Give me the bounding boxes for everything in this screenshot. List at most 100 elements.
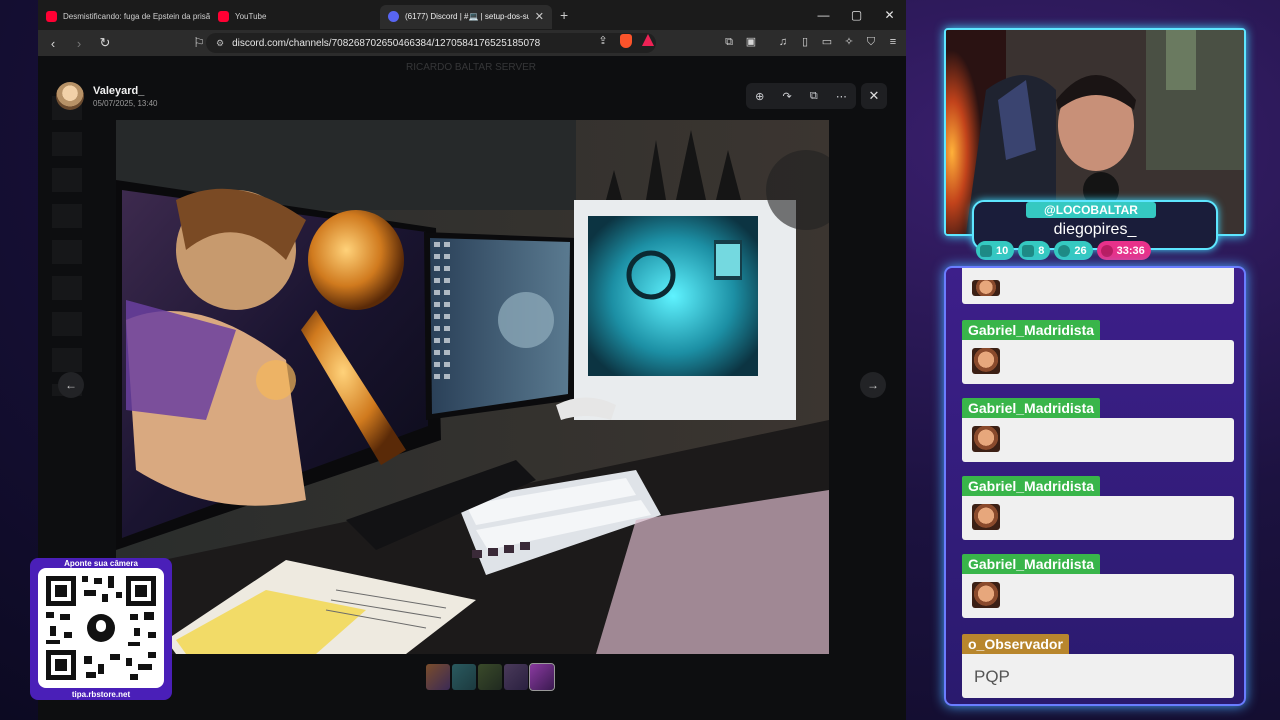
zoom-icon[interactable]: ⊕ xyxy=(755,90,764,103)
tab-youtube[interactable]: YouTube xyxy=(210,5,380,29)
vpn-icon[interactable]: ⛉ xyxy=(864,35,878,49)
forward-icon[interactable]: ↷ xyxy=(782,90,791,103)
discord-icon xyxy=(1058,244,1071,257)
extensions-icon[interactable]: ⧉ xyxy=(722,35,736,49)
tab-title: YouTube xyxy=(235,12,267,21)
chat-message-body xyxy=(962,340,1234,384)
menu-icon[interactable]: ≡ xyxy=(886,35,900,49)
tab-youtube-video[interactable]: Desmistificando: fuga de Epstein da pris… xyxy=(38,5,210,29)
chat-username: Gabriel_Madridista xyxy=(962,476,1101,496)
url-text: discord.com/channels/708268702650466384/… xyxy=(232,37,541,49)
stream-timer-badge: 33:36 xyxy=(1096,241,1151,260)
streamer-handle: @LOCOBALTAR xyxy=(1026,202,1156,218)
chat-message-body xyxy=(962,496,1234,540)
qr-code-pattern xyxy=(46,576,156,680)
chat-message: Gabriel_Madridista xyxy=(962,554,1234,618)
youtube-count-badge: 8 xyxy=(1018,241,1051,260)
uploader-info: Valeyard_ 05/07/2025, 13:40 xyxy=(56,82,158,110)
chat-username: Gabriel_Madridista xyxy=(962,320,1101,340)
tab-discord[interactable]: (6177) Discord | #💻 | setup-dos-subs | ✕ xyxy=(380,4,552,29)
chat-message: Gabriel_Madridista xyxy=(962,320,1234,384)
qr-code-panel: Aponte sua câmera tipa.rbstore.net xyxy=(30,558,172,700)
server-name: RICARDO BALTAR SERVER xyxy=(406,62,537,73)
sidebar-icon[interactable]: ▯ xyxy=(798,35,812,49)
upload-datetime: 05/07/2025, 13:40 xyxy=(93,98,158,108)
thumbnail[interactable] xyxy=(426,664,450,690)
leo-ai-icon[interactable]: ✧ xyxy=(842,35,856,49)
close-viewer-button[interactable]: ✕ xyxy=(861,83,887,109)
uploader-name[interactable]: Valeyard_ xyxy=(93,85,158,97)
close-tab-icon[interactable]: ✕ xyxy=(535,10,544,23)
emote-icon xyxy=(972,426,1000,452)
emote-icon xyxy=(972,280,1000,296)
thumbnail[interactable] xyxy=(452,664,476,690)
stat-value: 26 xyxy=(1074,244,1087,257)
chat-username: Gabriel_Madridista xyxy=(962,554,1101,574)
chat-message-body xyxy=(962,574,1234,618)
chat-username: Gabriel_Madridista xyxy=(962,398,1101,418)
minimize-button[interactable]: — xyxy=(807,8,840,22)
chat-icon xyxy=(980,244,992,257)
chat-message-body xyxy=(962,418,1234,462)
chat-message-partial xyxy=(962,268,1234,304)
chat-panel: Gabriel_Madridista Gabriel_Madridista Ga… xyxy=(944,266,1246,706)
youtube-icon xyxy=(1022,244,1035,257)
youtube-favicon-icon xyxy=(46,11,57,22)
window-controls: — ▢ ✕ xyxy=(807,0,906,30)
stat-value: 33:36 xyxy=(1116,244,1145,257)
chat-message: o_Observador PQP xyxy=(962,634,1234,698)
channel-name: diegopires_ xyxy=(1053,221,1137,238)
viewer-toolbar: ⊕ ↷ ⧉ ⋯ xyxy=(746,83,856,109)
new-tab-icon[interactable]: + xyxy=(560,7,568,23)
emote-icon xyxy=(972,504,1000,530)
chat-message: Gabriel_Madridista xyxy=(962,398,1234,462)
chat-count-badge: 10 xyxy=(976,241,1015,260)
media-icon[interactable]: ♫ xyxy=(776,35,790,49)
avatar[interactable] xyxy=(56,82,84,110)
stat-value: 10 xyxy=(996,244,1009,257)
qr-url: tipa.rbstore.net xyxy=(71,690,131,699)
setup-photo xyxy=(116,120,829,654)
navigation-bar: ‹ › ↻ ⚐ ⚙ discord.com/channels/708268702… xyxy=(38,30,906,56)
chat-username: o_Observador xyxy=(962,634,1069,654)
stat-value: 8 xyxy=(1038,244,1045,257)
qr-code-image xyxy=(38,568,164,688)
open-external-icon[interactable]: ⧉ xyxy=(810,90,818,103)
address-bar[interactable]: ⚙ discord.com/channels/70826870265046638… xyxy=(206,33,656,53)
forward-icon[interactable]: › xyxy=(68,36,90,51)
timer-icon xyxy=(1100,244,1113,257)
youtube-favicon-icon xyxy=(218,11,229,22)
more-icon[interactable]: ⋯ xyxy=(836,90,847,103)
back-icon[interactable]: ‹ xyxy=(42,36,64,51)
chat-message: Gabriel_Madridista xyxy=(962,476,1234,540)
thumbnail-selected[interactable] xyxy=(529,663,555,691)
emote-icon xyxy=(972,582,1000,608)
server-list xyxy=(52,96,82,396)
tab-title: (6177) Discord | #💻 | setup-dos-subs | xyxy=(405,12,529,21)
toolbar-icons: ⧉ ▣ ♫ ▯ ▭ ✧ ⛉ ≡ xyxy=(722,35,900,49)
thumbnail[interactable] xyxy=(504,664,528,690)
discord-favicon-icon xyxy=(388,11,399,22)
emote-icon xyxy=(972,348,1000,374)
brave-shields-icon[interactable] xyxy=(620,34,632,48)
next-image-button[interactable]: → xyxy=(860,372,886,398)
tab-title: Desmistificando: fuga de Epstein da pris… xyxy=(63,12,210,21)
screenshot-icon[interactable]: ▣ xyxy=(744,35,758,49)
site-info-icon[interactable]: ⚙ xyxy=(216,38,224,49)
previous-image-button[interactable]: ← xyxy=(58,372,84,398)
chat-text: PQP xyxy=(974,667,1010,686)
qr-title: Aponte sua câmera xyxy=(64,559,138,568)
brave-rewards-icon[interactable] xyxy=(642,34,654,46)
wallet-icon[interactable]: ▭ xyxy=(820,35,834,49)
share-icon[interactable]: ⇪ xyxy=(596,34,610,48)
stream-stats: 10 8 26 33:36 xyxy=(976,241,1151,260)
reload-icon[interactable]: ↻ xyxy=(94,35,116,51)
thumbnail[interactable] xyxy=(478,664,502,690)
chat-message-body: PQP xyxy=(962,654,1234,698)
maximize-button[interactable]: ▢ xyxy=(840,8,873,22)
tab-bar: Desmistificando: fuga de Epstein da pris… xyxy=(38,0,906,30)
image-thumbnails xyxy=(426,663,555,691)
discord-count-badge: 26 xyxy=(1054,241,1093,260)
address-bar-icons: ⇪ xyxy=(596,34,654,48)
close-window-button[interactable]: ✕ xyxy=(873,8,906,22)
